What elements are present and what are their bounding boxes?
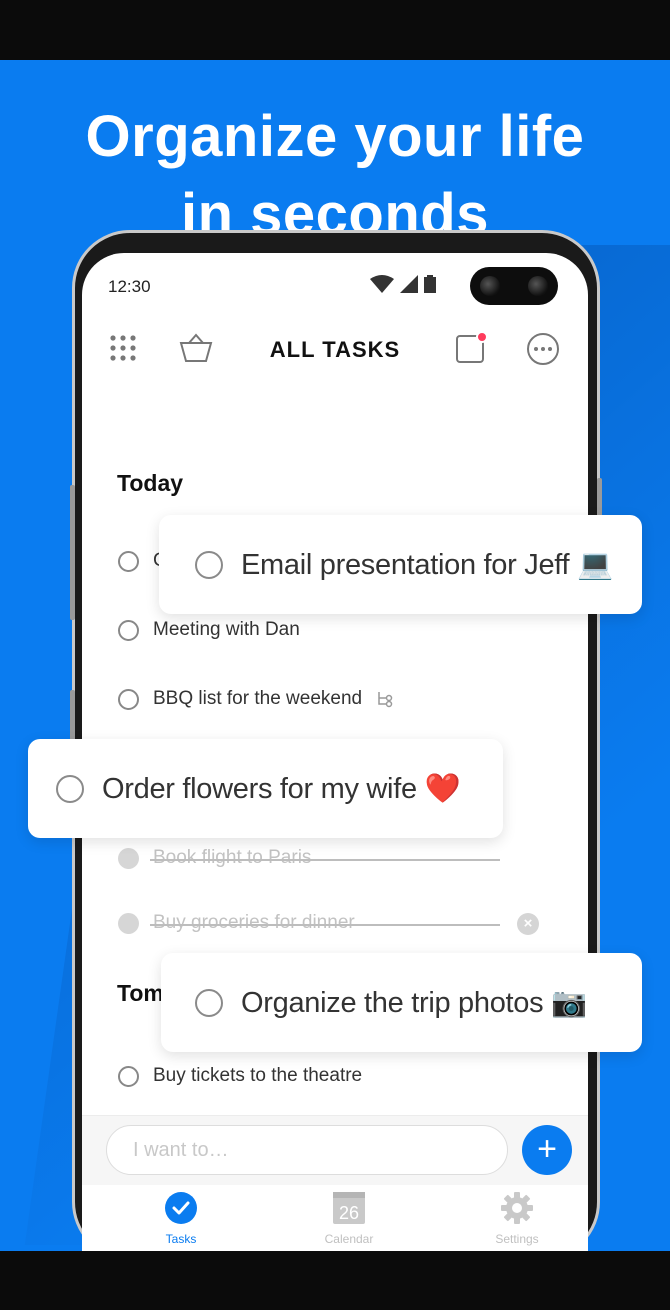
- task-checkbox-checked[interactable]: [118, 847, 139, 869]
- card-label: Order flowers for my wife ❤️: [102, 772, 461, 805]
- headline-line-1: Organize your life: [85, 104, 585, 169]
- task-item[interactable]: Buy tickets to the theatre: [118, 1065, 362, 1087]
- new-task-input[interactable]: I want to…: [106, 1125, 508, 1175]
- clear-icon[interactable]: ×: [517, 913, 539, 935]
- task-checkbox[interactable]: [56, 774, 84, 803]
- task-label: Book flight to Paris: [153, 847, 312, 868]
- card-label: Organize the trip photos 📷: [241, 986, 587, 1019]
- phone-side-button: [70, 485, 75, 620]
- tab-label: Tasks: [165, 1232, 197, 1246]
- subtask-icon: [378, 692, 393, 708]
- app-bar: ALL TASKS: [82, 325, 588, 375]
- calendar-icon: 26: [333, 1192, 365, 1224]
- task-checkbox[interactable]: [118, 550, 139, 572]
- tab-calendar[interactable]: 26 Calendar: [294, 1191, 404, 1246]
- status-time: 12:30: [108, 277, 151, 296]
- card-label: Email presentation for Jeff 💻: [241, 548, 613, 581]
- task-checkbox[interactable]: [118, 619, 139, 641]
- tab-tasks[interactable]: Tasks: [126, 1191, 236, 1246]
- completed-task-item[interactable]: Book flight to Paris: [118, 847, 311, 869]
- app-title: ALL TASKS: [269, 337, 401, 362]
- top-black-bar: [0, 0, 670, 60]
- camera-lens: [480, 276, 500, 296]
- floating-task-card[interactable]: Email presentation for Jeff 💻: [159, 515, 642, 614]
- task-item[interactable]: Meeting with Dan: [118, 619, 300, 641]
- task-label: Buy groceries for dinner: [153, 912, 355, 933]
- phone-side-button: [597, 478, 602, 518]
- tab-label: Settings: [495, 1232, 539, 1246]
- strikethrough-line: [150, 924, 500, 926]
- task-checkbox[interactable]: [118, 688, 139, 710]
- section-tomorrow: Tom: [117, 980, 164, 1006]
- section-today: Today: [117, 470, 184, 496]
- task-label: Buy tickets to the theatre: [153, 1065, 363, 1086]
- task-label: Meeting with Dan: [153, 619, 300, 640]
- signal-icon: [400, 275, 418, 293]
- calendar-day: 26: [339, 1203, 359, 1223]
- more-icon[interactable]: [526, 332, 560, 366]
- battery-icon: [424, 275, 436, 293]
- add-task-button[interactable]: +: [522, 1125, 572, 1175]
- completed-task-item[interactable]: Buy groceries for dinner: [118, 912, 355, 934]
- tab-settings[interactable]: Settings: [462, 1191, 572, 1246]
- new-task-bar: I want to… +: [82, 1115, 588, 1185]
- floating-task-card[interactable]: Order flowers for my wife ❤️: [28, 739, 503, 838]
- wifi-icon: [370, 275, 394, 293]
- camera-cutout: [470, 267, 558, 305]
- strikethrough-line: [150, 859, 500, 861]
- bottom-tab-bar: Tasks 26 Calendar Settings: [90, 1185, 588, 1253]
- task-label: BBQ list for the weekend: [153, 688, 363, 709]
- task-checkbox[interactable]: [195, 550, 223, 579]
- notification-icon[interactable]: [454, 331, 488, 365]
- tab-label: Calendar: [324, 1232, 374, 1246]
- bottom-black-bar: [0, 1251, 670, 1310]
- check-circle-icon: [165, 1192, 197, 1224]
- task-item[interactable]: BBQ list for the weekend: [118, 688, 394, 710]
- task-checkbox-checked[interactable]: [118, 912, 139, 934]
- gear-icon: [501, 1192, 533, 1224]
- camera-lens: [528, 276, 548, 296]
- floating-task-card[interactable]: Organize the trip photos 📷: [161, 953, 642, 1052]
- task-checkbox[interactable]: [195, 988, 223, 1017]
- task-checkbox[interactable]: [118, 1065, 139, 1087]
- status-icons: [370, 275, 436, 293]
